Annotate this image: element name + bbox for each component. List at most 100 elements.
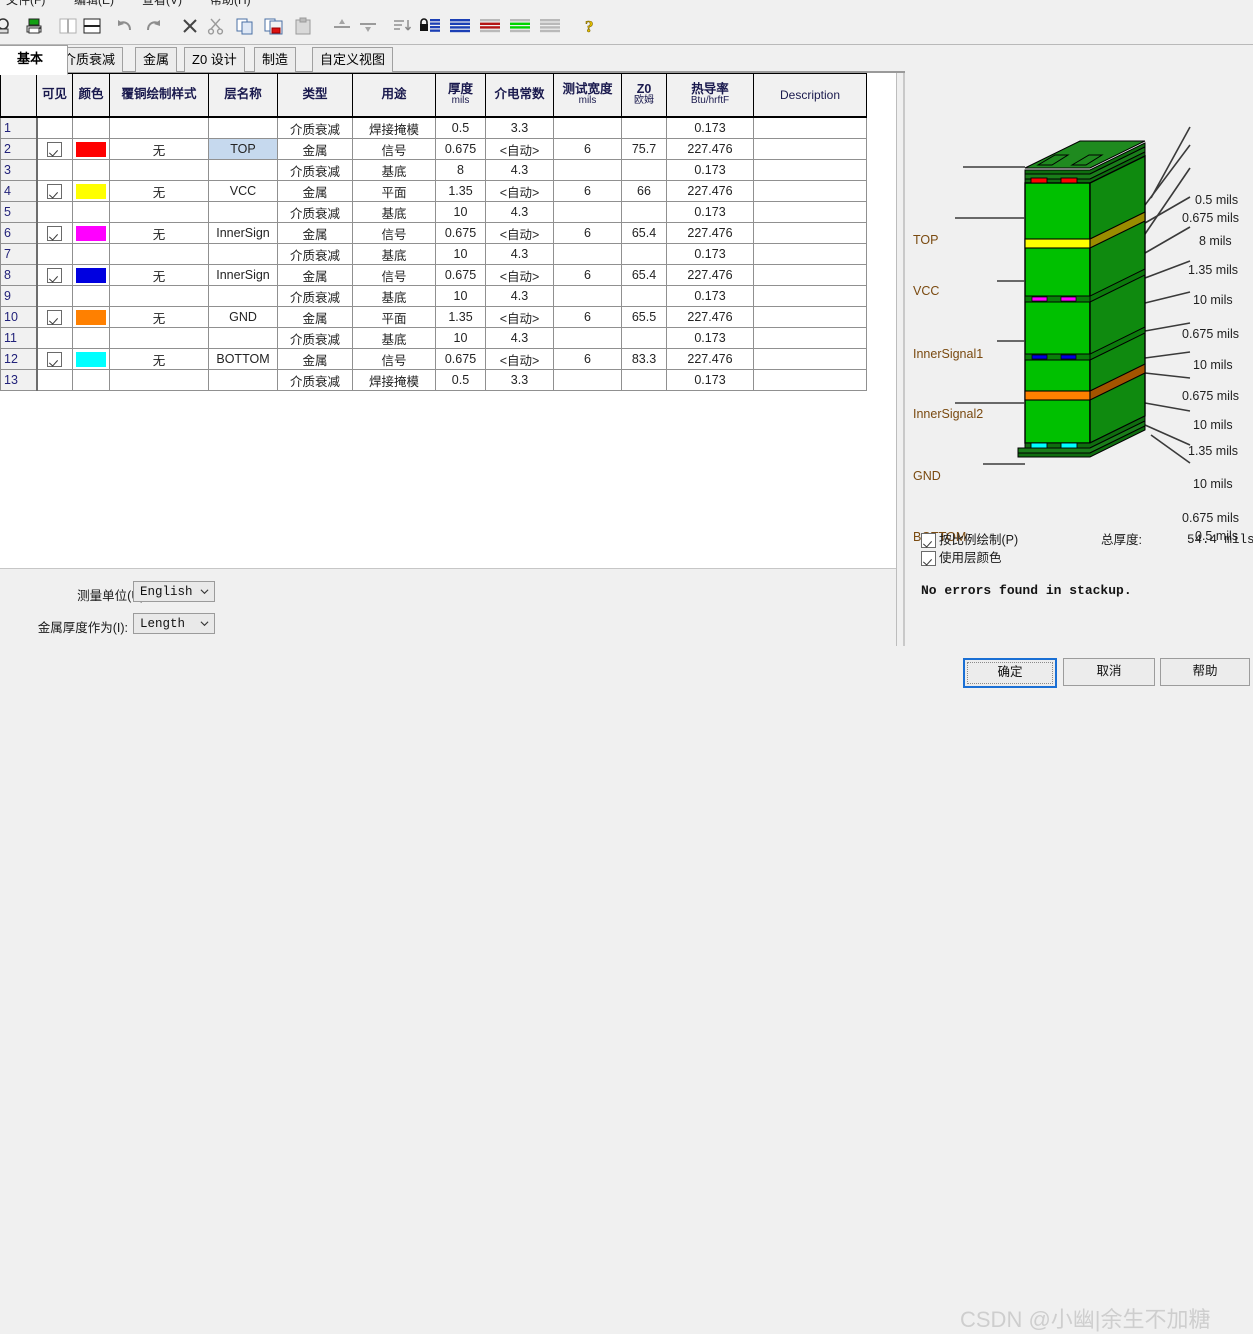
thickness-cell[interactable]: 8 [435,159,486,181]
color-swatch[interactable] [76,225,106,241]
visible-checkbox[interactable] [47,351,63,367]
type-cell[interactable]: 金属 [277,348,353,370]
metal-thickness-select[interactable]: Length [133,613,215,634]
usage-cell[interactable]: 基底 [352,159,436,181]
help-button[interactable]: 帮助 [1160,658,1250,686]
help-icon[interactable]: ? [578,14,602,38]
tab-z0-design[interactable]: Z0 设计 [184,47,245,72]
layer-name-cell[interactable]: VCC [208,180,278,202]
visible-checkbox[interactable] [47,183,63,199]
test-width-cell[interactable]: 6 [553,180,622,202]
thickness-cell[interactable]: 0.675 [435,264,486,286]
column-header-row-number[interactable] [0,73,37,118]
description-cell[interactable] [753,285,867,307]
table-row[interactable]: 2 无 TOP 金属 信号 0.675 <自动> 6 75.7 227.476 [0,138,867,160]
stackup-table-scroll[interactable]: 可见 颜色 覆铜绘制样式 层名称 类型 用途 厚度 mils 介电常数 测试宽度 mils Z0 欧姆热… [0,73,896,568]
column-header-z0[interactable]: Z0 欧姆 [621,73,667,118]
dielectric-constant-cell[interactable]: 4.3 [485,159,554,181]
menu-item-view[interactable]: 查看(V) [142,0,182,8]
z0-cell[interactable]: 75.7 [621,138,667,160]
color-swatch[interactable] [76,141,106,157]
tab-custom-view[interactable]: 自定义视图 [312,47,394,72]
description-cell[interactable] [753,369,867,391]
use-layer-colors-checkbox[interactable] [921,551,936,567]
visible-cell[interactable] [36,348,73,370]
layer-name-cell[interactable] [208,285,278,307]
column-header-type[interactable]: 类型 [277,73,353,118]
type-cell[interactable]: 介质衰减 [277,285,353,307]
test-width-cell[interactable]: 6 [553,348,622,370]
thermal-conductivity-cell[interactable]: 227.476 [666,306,754,328]
visible-cell[interactable] [36,264,73,286]
type-cell[interactable]: 介质衰减 [277,327,353,349]
table-row[interactable]: 11 介质衰减 基底 10 4.3 0.173 [0,327,867,349]
type-cell[interactable]: 介质衰减 [277,159,353,181]
table-row[interactable]: 8 无 InnerSign 金属 信号 0.675 <自动> 6 65.4 227.476 [0,264,867,286]
menu-bar[interactable]: 文件(F) 编辑(E) 查看(V) 帮助(H) [0,0,1253,8]
usage-cell[interactable]: 基底 [352,327,436,349]
table-row[interactable]: 6 无 InnerSign 金属 信号 0.675 <自动> 6 65.4 227.476 [0,222,867,244]
menu-item-help[interactable]: 帮助(H) [210,0,251,8]
layer-name-cell[interactable]: InnerSign [208,222,278,244]
copy-icon[interactable] [234,14,258,38]
thickness-cell[interactable]: 1.35 [435,306,486,328]
thermal-conductivity-cell[interactable]: 0.173 [666,285,754,307]
copper-pattern-cell[interactable]: 无 [109,138,209,160]
ok-button[interactable]: 确定 [963,658,1057,688]
thickness-cell[interactable]: 0.5 [435,369,486,391]
visible-checkbox[interactable] [47,267,63,283]
visible-cell[interactable] [36,306,73,328]
color-swatch[interactable] [76,351,106,367]
layer-name-cell[interactable]: InnerSign [208,264,278,286]
type-cell[interactable]: 介质衰减 [277,201,353,223]
menu-item-file[interactable]: 文件(F) [6,0,45,8]
copper-pattern-cell[interactable]: 无 [109,306,209,328]
column-header-description[interactable]: Description [753,73,867,118]
tab-manufacturing[interactable]: 制造 [254,47,297,72]
layer-name-cell[interactable] [208,243,278,265]
table-row[interactable]: 3 介质衰减 基底 8 4.3 0.173 [0,159,867,181]
layer-name-cell[interactable]: BOTTOM [208,348,278,370]
color-cell[interactable] [72,348,110,370]
use-layer-colors-row[interactable]: 使用层颜色 [921,549,1251,567]
signal-layers-icon[interactable] [508,14,532,38]
visible-checkbox[interactable] [47,309,63,325]
column-header-color[interactable]: 颜色 [72,73,110,118]
color-cell[interactable] [72,222,110,244]
usage-cell[interactable]: 焊接掩模 [352,369,436,391]
layer-name-cell[interactable]: TOP [208,138,278,160]
z0-cell[interactable]: 66 [621,180,667,202]
usage-cell[interactable]: 平面 [352,180,436,202]
copper-pattern-cell[interactable]: 无 [109,180,209,202]
paste-special-icon[interactable] [262,14,286,38]
table-row[interactable]: 7 介质衰减 基底 10 4.3 0.173 [0,243,867,265]
thermal-conductivity-cell[interactable]: 227.476 [666,222,754,244]
copper-pattern-cell[interactable]: 无 [109,222,209,244]
z0-cell[interactable]: 83.3 [621,348,667,370]
delete-icon[interactable] [178,14,202,38]
thickness-cell[interactable]: 0.675 [435,222,486,244]
thickness-cell[interactable]: 0.5 [435,116,486,139]
dielectric-constant-cell[interactable]: <自动> [485,180,554,202]
column-header-test-width[interactable]: 测试宽度 mils [553,73,622,118]
measurement-unit-select[interactable]: English [133,581,215,602]
thickness-cell[interactable]: 10 [435,285,486,307]
thermal-conductivity-cell[interactable]: 227.476 [666,138,754,160]
thermal-conductivity-cell[interactable]: 227.476 [666,348,754,370]
layer-name-cell[interactable]: GND [208,306,278,328]
thermal-conductivity-cell[interactable]: 227.476 [666,264,754,286]
thickness-cell[interactable]: 10 [435,243,486,265]
color-cell[interactable] [72,264,110,286]
description-cell[interactable] [753,159,867,181]
tab-strip[interactable]: 基本 介质衰减 金属 Z0 设计 制造 自定义视图 [0,45,1253,75]
thickness-cell[interactable]: 1.35 [435,180,486,202]
z0-cell[interactable]: 65.4 [621,222,667,244]
layer-name-cell[interactable] [208,201,278,223]
menu-item-edit[interactable]: 编辑(E) [74,0,114,8]
test-width-cell[interactable]: 6 [553,222,622,244]
type-cell[interactable]: 金属 [277,138,353,160]
visible-cell[interactable] [36,222,73,244]
column-header-dielectric-constant[interactable]: 介电常数 [485,73,554,118]
dielectric-layers-icon[interactable] [538,14,562,38]
usage-cell[interactable]: 平面 [352,306,436,328]
